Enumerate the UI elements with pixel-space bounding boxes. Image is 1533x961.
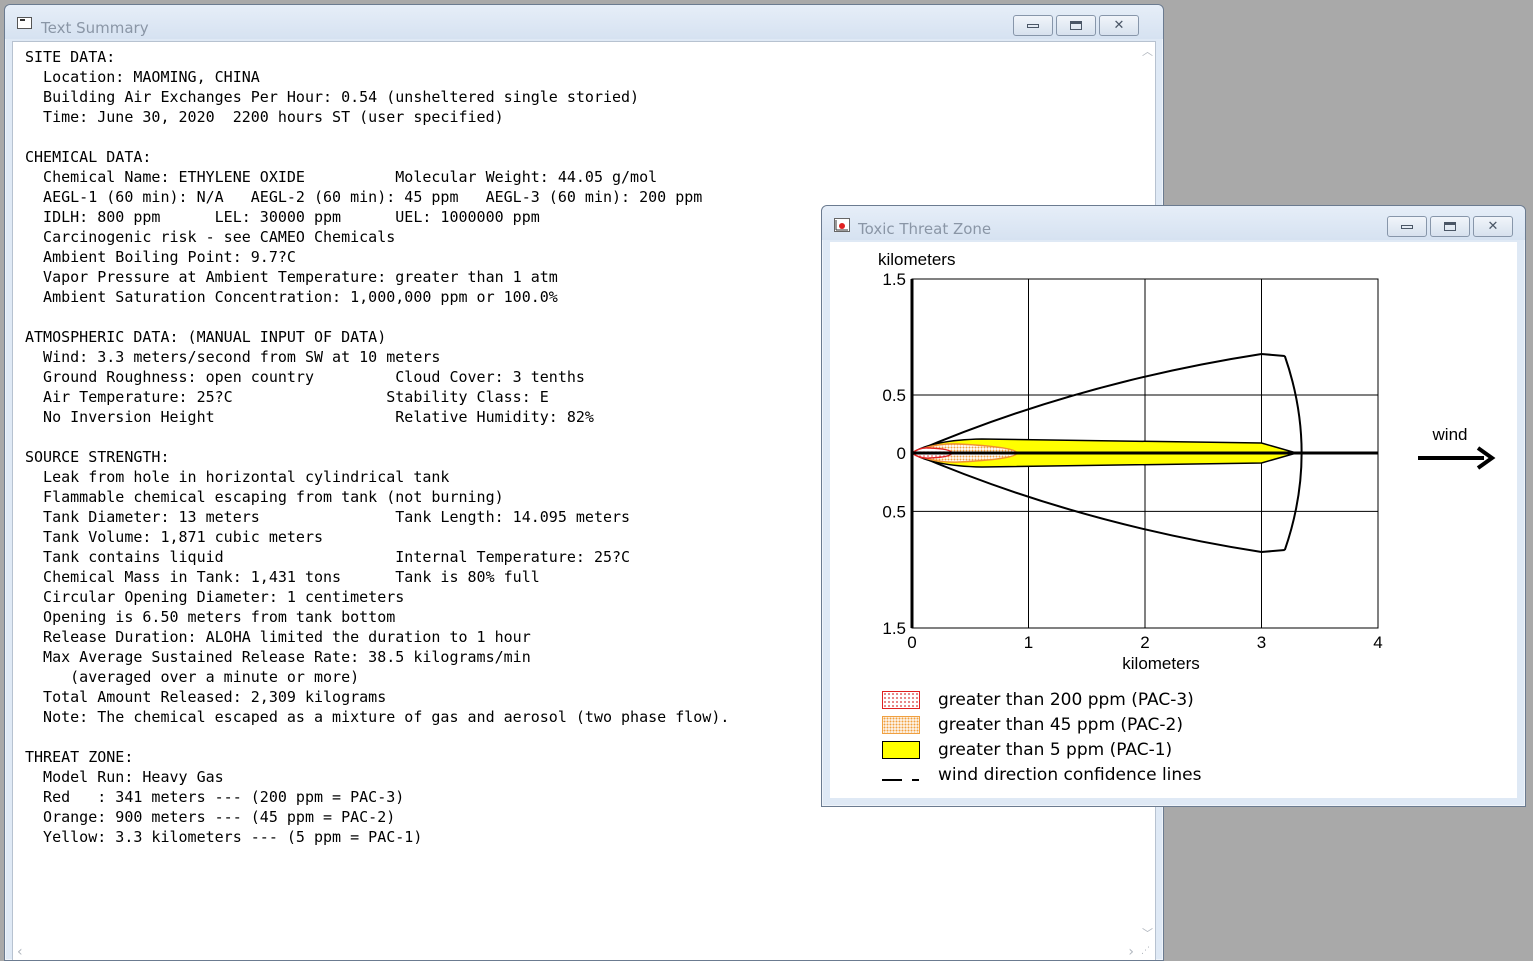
y-tick-labels: 1.5 0.5 0 0.5 1.5 (882, 270, 906, 638)
window-title: Toxic Threat Zone (858, 220, 992, 238)
threat-zone-plot-area: kilometers kilometers 1.5 0.5 0 0.5 1.5 0 1 2 3… (830, 242, 1517, 798)
maximize-icon (1444, 222, 1456, 231)
close-icon: ✕ (1487, 219, 1499, 234)
scroll-left-icon[interactable]: ‹ (17, 945, 23, 959)
legend-item-pac3: greater than 200 ppm (PAC-3) (882, 690, 1194, 710)
legend-swatch-red (882, 691, 920, 709)
text-document-icon (17, 17, 32, 29)
horizontal-scrollbar[interactable]: ‹ › (13, 943, 1138, 960)
x-tick-label: 1 (1024, 633, 1033, 652)
legend-swatch-dashed-line (882, 766, 920, 784)
minimize-button[interactable] (1387, 216, 1427, 237)
x-tick-labels: 0 1 2 3 4 (907, 633, 1382, 652)
legend-label: greater than 45 ppm (PAC-2) (938, 715, 1183, 735)
legend-label: wind direction confidence lines (938, 765, 1202, 785)
window-title: Text Summary (41, 19, 149, 37)
scroll-right-icon[interactable]: › (1128, 945, 1134, 959)
y-tick-label: 1.5 (882, 270, 906, 289)
y-tick-label: 1.5 (882, 619, 906, 638)
legend-item-confidence-lines: wind direction confidence lines (882, 765, 1202, 785)
minimize-icon (1027, 23, 1039, 28)
x-tick-label: 2 (1140, 633, 1149, 652)
minimize-button[interactable] (1013, 15, 1053, 36)
wind-arrow-icon (1418, 446, 1496, 470)
close-button[interactable]: ✕ (1099, 15, 1139, 36)
maximize-button[interactable] (1056, 15, 1096, 36)
legend-label: greater than 200 ppm (PAC-3) (938, 690, 1194, 710)
legend-item-pac2: greater than 45 ppm (PAC-2) (882, 715, 1183, 735)
legend-swatch-yellow (882, 741, 920, 759)
maximize-icon (1070, 21, 1082, 30)
resize-grip-icon[interactable]: ⋰ (1141, 946, 1153, 958)
scroll-down-icon[interactable]: ﹀ (1142, 928, 1153, 939)
y-tick-label: 0.5 (882, 386, 906, 405)
text-summary-titlebar[interactable]: Text Summary ✕ (5, 5, 1163, 39)
close-button[interactable]: ✕ (1473, 216, 1513, 237)
y-tick-label: 0 (897, 444, 906, 463)
confidence-line-lower (911, 452, 1285, 554)
y-axis-label: kilometers (878, 250, 955, 269)
threat-zone-titlebar[interactable]: Toxic Threat Zone ✕ (822, 206, 1525, 240)
x-tick-label: 3 (1257, 633, 1266, 652)
minimize-icon (1401, 224, 1413, 229)
confidence-line-upper (911, 352, 1285, 454)
wind-label: wind (1432, 425, 1468, 444)
close-icon: ✕ (1113, 18, 1125, 33)
legend-label: greater than 5 ppm (PAC-1) (938, 740, 1173, 760)
maximize-button[interactable] (1430, 216, 1470, 237)
y-tick-label: 0.5 (882, 502, 906, 521)
legend-swatch-orange (882, 716, 920, 734)
x-axis-label: kilometers (1122, 654, 1199, 673)
toxic-threat-zone-window: Toxic Threat Zone ✕ kilometers kilometer… (821, 205, 1526, 807)
scroll-up-icon[interactable]: ︿ (1142, 46, 1153, 57)
legend-item-pac1: greater than 5 ppm (PAC-1) (882, 740, 1172, 760)
summary-text: SITE DATA: Location: MAOMING, CHINA Buil… (25, 48, 730, 846)
x-tick-label: 4 (1373, 633, 1382, 652)
threat-plot-icon (834, 218, 850, 232)
x-tick-label: 0 (907, 633, 916, 652)
